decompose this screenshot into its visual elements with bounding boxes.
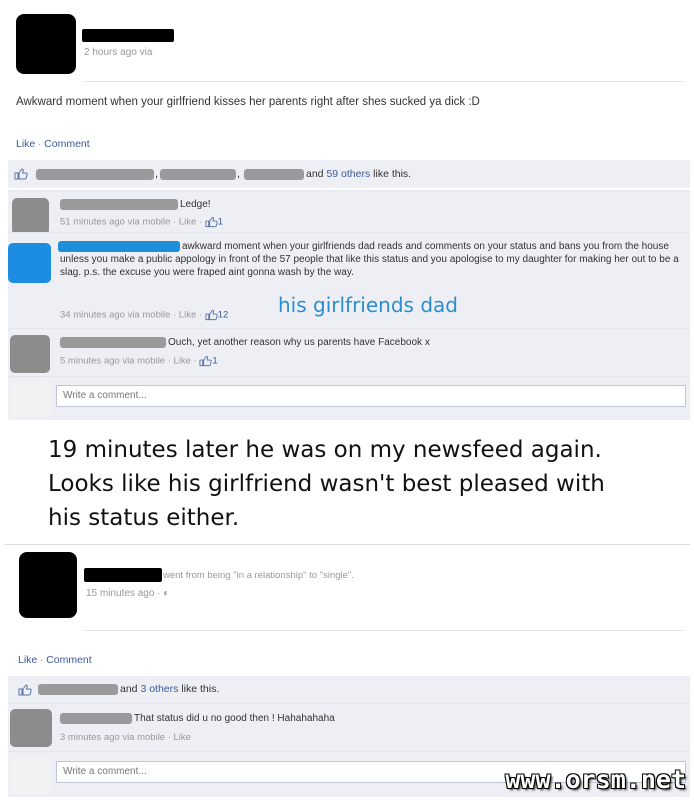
separator: ·	[35, 139, 45, 150]
comment-meta[interactable]: 3 minutes ago via mobile · Like	[60, 732, 191, 743]
comment-meta: 51 minutes ago via mobile · Like · 1	[60, 216, 223, 228]
comment-link[interactable]: Comment	[44, 138, 90, 150]
post-time: 15 minutes ago · ◐	[86, 588, 169, 599]
thumbs-up-icon	[205, 216, 218, 228]
redacted-name	[84, 568, 162, 582]
comment-text: That status did u no good then ! Hahahah…	[134, 713, 335, 724]
like-count[interactable]: 1	[218, 217, 223, 228]
redacted-name[interactable]	[60, 199, 178, 210]
divider	[4, 544, 690, 545]
like-count[interactable]: 12	[218, 310, 229, 321]
comment-text: Ledge!	[180, 199, 211, 210]
action-bar: Like · Comment	[18, 654, 92, 666]
avatar[interactable]	[19, 552, 77, 618]
comment-link[interactable]: Comment	[46, 654, 92, 666]
like-link[interactable]: Like	[16, 138, 35, 150]
thumbs-up-icon	[14, 168, 28, 180]
separator: ·	[37, 655, 47, 666]
status-text: Awkward moment when your girlfriend kiss…	[16, 96, 480, 108]
likes-summary: and 59 others like this.	[306, 168, 411, 180]
avatar[interactable]	[10, 335, 50, 373]
action-bar: Like · Comment	[16, 138, 90, 150]
caption-line: his status either.	[48, 505, 240, 531]
likes-summary: and 3 others like this.	[120, 683, 219, 695]
avatar	[10, 381, 50, 417]
redacted-name[interactable]	[36, 169, 154, 180]
like-link[interactable]: Like	[18, 654, 37, 666]
avatar[interactable]	[12, 198, 49, 235]
watermark: www.orsm.net	[505, 765, 686, 794]
comment-item: Ouch, yet another reason why us parents …	[8, 328, 690, 376]
post-time[interactable]: 2 hours ago via	[84, 47, 152, 58]
comment-meta: 5 minutes ago via mobile · Like · 1	[60, 355, 218, 367]
comment-time[interactable]: 5 minutes ago via mobile · Like ·	[60, 356, 199, 367]
comment-item: That status did u no good then ! Hahahah…	[8, 703, 690, 751]
caption-line: Looks like his girlfriend wasn't best pl…	[48, 471, 605, 497]
avatar[interactable]	[16, 14, 76, 74]
annotation-label: his girlfriends dad	[278, 293, 458, 317]
likes-suffix: like this.	[181, 683, 220, 695]
likes-row: and 3 others like this.	[8, 676, 690, 703]
likes-and: and	[120, 683, 138, 695]
avatar[interactable]	[8, 243, 51, 283]
globe-icon: ◐	[163, 588, 170, 599]
likes-and: and	[306, 168, 324, 180]
caption-line: 19 minutes later he was on my newsfeed a…	[48, 437, 602, 463]
redacted-name	[82, 29, 174, 42]
comment-time[interactable]: 34 minutes ago via mobile · Like ·	[60, 310, 205, 321]
redacted-name[interactable]	[60, 337, 166, 348]
comment-text: Ouch, yet another reason why us parents …	[168, 337, 430, 348]
thumbs-up-icon	[18, 684, 32, 696]
like-count[interactable]: 1	[212, 356, 217, 367]
divider	[84, 81, 684, 82]
others-link[interactable]: 59 others	[326, 168, 370, 180]
divider	[84, 630, 684, 631]
likes-suffix: like this.	[373, 168, 412, 180]
write-comment-row: Write a comment...	[8, 376, 690, 420]
comment-text: awkward moment when your girlfriends dad…	[60, 241, 679, 278]
avatar[interactable]	[10, 709, 52, 747]
comma: ,	[237, 168, 241, 180]
comma: ,	[155, 168, 159, 180]
comment-time[interactable]: 51 minutes ago via mobile · Like ·	[60, 217, 205, 228]
avatar	[10, 756, 50, 794]
comment-input[interactable]: Write a comment...	[56, 385, 686, 407]
comment-item: awkward moment when your girlfriends dad…	[8, 232, 690, 328]
thumbs-up-icon	[199, 355, 213, 367]
thumbs-up-icon	[205, 309, 218, 321]
others-link[interactable]: 3 others	[140, 683, 178, 695]
redacted-name[interactable]	[160, 169, 236, 180]
likes-row: , , and 59 others like this.	[8, 160, 690, 188]
caption: 19 minutes later he was on my newsfeed a…	[48, 433, 688, 535]
redacted-name[interactable]	[244, 169, 304, 180]
redacted-name[interactable]	[38, 684, 118, 695]
post-time-text[interactable]: 15 minutes ago ·	[86, 588, 163, 599]
status-text: went from being "in a relationship" to "…	[163, 570, 354, 581]
redacted-name[interactable]	[60, 713, 132, 724]
comment-meta: 34 minutes ago via mobile · Like · 12	[60, 309, 228, 321]
